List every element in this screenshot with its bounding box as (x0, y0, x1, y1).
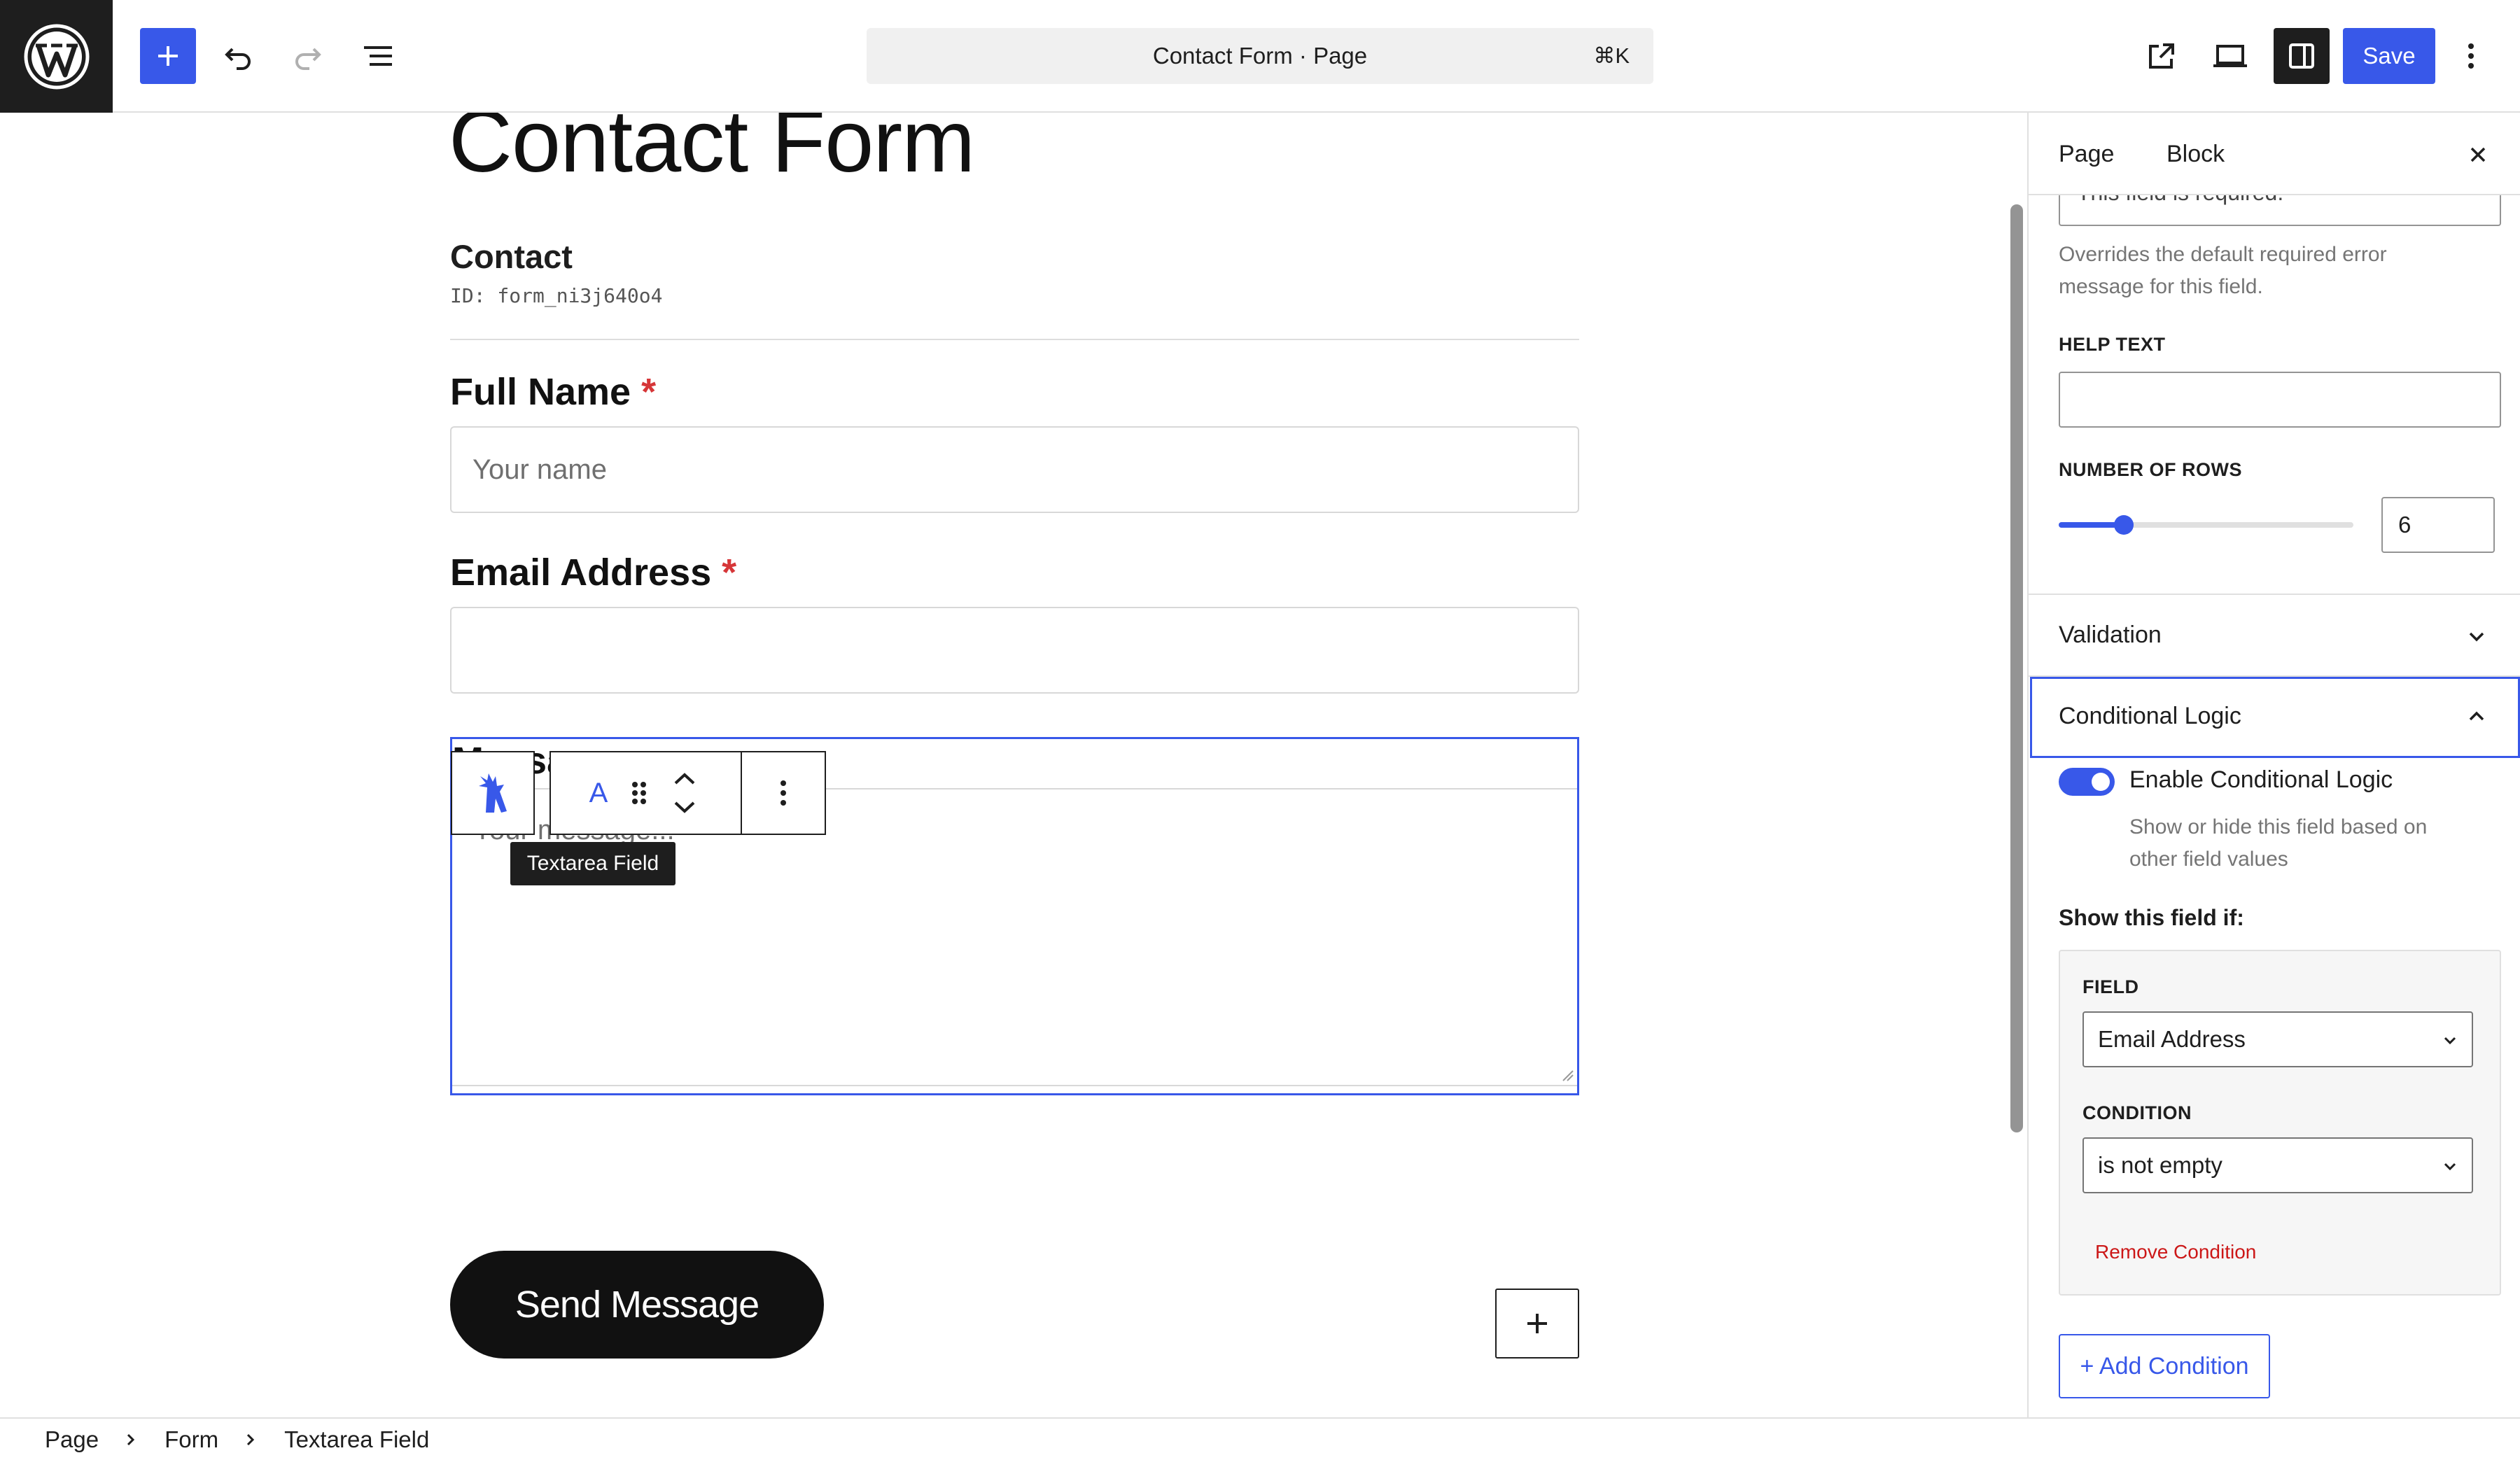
save-button[interactable]: Save (2343, 28, 2435, 84)
close-sidebar-button[interactable] (2463, 139, 2493, 170)
rows-label: NUMBER OF ROWS (2059, 459, 2242, 480)
redo-icon (295, 48, 321, 70)
document-title: Contact Form · Page (1152, 43, 1368, 69)
wordpress-logo-icon[interactable] (0, 0, 113, 113)
conditional-logic-help: Show or hide this field based on other f… (2129, 811, 2427, 876)
editor-toolbar: Contact Form · Page ⌘K Save (0, 0, 2520, 113)
drag-handle-icon[interactable] (618, 772, 660, 814)
help-line: other field values (2129, 848, 2288, 871)
block-breadcrumb: Page Form Textarea Field (0, 1417, 2520, 1460)
chevron-right-icon (245, 1431, 256, 1448)
condition-group: FIELD Email Address CONDITION is not emp… (2059, 950, 2501, 1296)
sidebar-icon (2289, 43, 2314, 69)
chevron-down-icon (2444, 1037, 2456, 1045)
settings-sidebar-toggle[interactable] (2274, 28, 2330, 84)
block-inserter-button[interactable] (140, 28, 196, 84)
field-select[interactable]: Email Address (2082, 1011, 2473, 1067)
full-name-placeholder: Your name (472, 454, 607, 485)
required-mark: * (641, 371, 657, 413)
full-name-label[interactable]: Full Name * (450, 370, 656, 414)
breadcrumb-item-form[interactable]: Form (164, 1426, 218, 1453)
plus-icon (1527, 1314, 1547, 1333)
redo-button[interactable] (280, 28, 336, 84)
chevron-up-icon[interactable] (2463, 703, 2491, 731)
preview-button[interactable] (2202, 28, 2258, 84)
list-view-icon (364, 46, 392, 66)
resize-handle-icon[interactable] (1560, 1068, 1574, 1082)
help-line: Overrides the default required error (2059, 243, 2387, 266)
text-format-button[interactable]: A (579, 778, 618, 809)
enable-conditional-logic-toggle[interactable] (2059, 768, 2115, 796)
view-page-button[interactable] (2134, 28, 2190, 84)
editor-canvas: Contact Form Contact ID: form_ni3j640o4 … (0, 113, 2006, 1417)
chevron-down-icon (2444, 1163, 2456, 1171)
full-name-input[interactable]: Your name (450, 426, 1579, 513)
rows-number-value: 6 (2398, 512, 2412, 538)
block-tooltip: Textarea Field (510, 842, 676, 885)
rows-slider[interactable] (2059, 515, 2353, 535)
undo-button[interactable] (210, 28, 266, 84)
form-title[interactable]: Contact (450, 237, 573, 276)
full-name-label-text: Full Name (450, 371, 631, 413)
send-message-button[interactable]: Send Message (450, 1251, 824, 1359)
keyboard-shortcut: ⌘K (1593, 43, 1630, 68)
external-link-icon (2149, 43, 2174, 69)
form-id: ID: form_ni3j640o4 (450, 284, 663, 307)
chevron-right-icon (125, 1431, 136, 1448)
add-block-button[interactable] (1495, 1289, 1579, 1359)
page-title[interactable]: Contact Form (449, 113, 975, 194)
more-vertical-icon (780, 780, 786, 806)
show-field-if-label: Show this field if: (2059, 905, 2244, 930)
block-type-icon (479, 773, 507, 813)
help-text-label: HELP TEXT (2059, 334, 2166, 355)
tab-page[interactable]: Page (2059, 113, 2114, 195)
email-address-label[interactable]: Email Address * (450, 551, 736, 594)
condition-select-value: is not empty (2098, 1152, 2222, 1178)
enable-conditional-logic-label[interactable]: Enable Conditional Logic (2129, 766, 2393, 794)
canvas-scrollbar[interactable] (2010, 204, 2023, 1132)
options-menu-button[interactable] (2450, 28, 2492, 84)
settings-sidebar: This field is required. Overrides the de… (2027, 113, 2520, 1417)
help-text-input[interactable] (2059, 372, 2501, 428)
rows-number-input[interactable]: 6 (2381, 497, 2495, 553)
conditional-logic-title: Conditional Logic (2059, 703, 2241, 729)
field-label: FIELD (2082, 976, 2139, 997)
undo-icon (225, 48, 251, 70)
block-options-button[interactable] (741, 751, 826, 835)
breadcrumb-item-page[interactable]: Page (45, 1426, 99, 1453)
device-preview-icon (2213, 45, 2247, 67)
rows-slider-thumb[interactable] (2113, 515, 2134, 535)
email-address-input[interactable] (450, 607, 1579, 694)
more-vertical-icon (2468, 43, 2474, 69)
help-line: Show or hide this field based on (2129, 815, 2428, 838)
tab-block[interactable]: Block (2166, 113, 2225, 195)
panel-divider (2029, 594, 2520, 595)
email-address-label-text: Email Address (450, 552, 712, 594)
sidebar-header: Page Block (2029, 113, 2520, 195)
block-type-button[interactable] (451, 751, 535, 835)
form-divider (450, 339, 1579, 340)
remove-condition-button[interactable]: Remove Condition (2095, 1241, 2256, 1263)
move-up-down-icon[interactable] (660, 765, 709, 821)
condition-label: CONDITION (2082, 1102, 2192, 1123)
help-line: message for this field. (2059, 275, 2263, 298)
field-select-value: Email Address (2098, 1026, 2246, 1052)
command-palette-bar[interactable]: Contact Form · Page ⌘K (867, 28, 1653, 84)
breadcrumb-item-textarea-field[interactable]: Textarea Field (284, 1426, 429, 1453)
required-message-help: Overrides the default required error mes… (2059, 239, 2387, 303)
required-mark: * (722, 552, 737, 594)
close-icon (2470, 147, 2486, 162)
plus-icon (158, 46, 178, 66)
chevron-down-icon[interactable] (2463, 622, 2491, 650)
add-condition-button[interactable]: + Add Condition (2059, 1334, 2270, 1398)
document-overview-button[interactable] (350, 28, 406, 84)
condition-select[interactable]: is not empty (2082, 1137, 2473, 1193)
validation-panel-toggle[interactable]: Validation (2059, 622, 2162, 649)
toggle-knob (2092, 773, 2110, 791)
block-controls-group: A (550, 751, 742, 835)
